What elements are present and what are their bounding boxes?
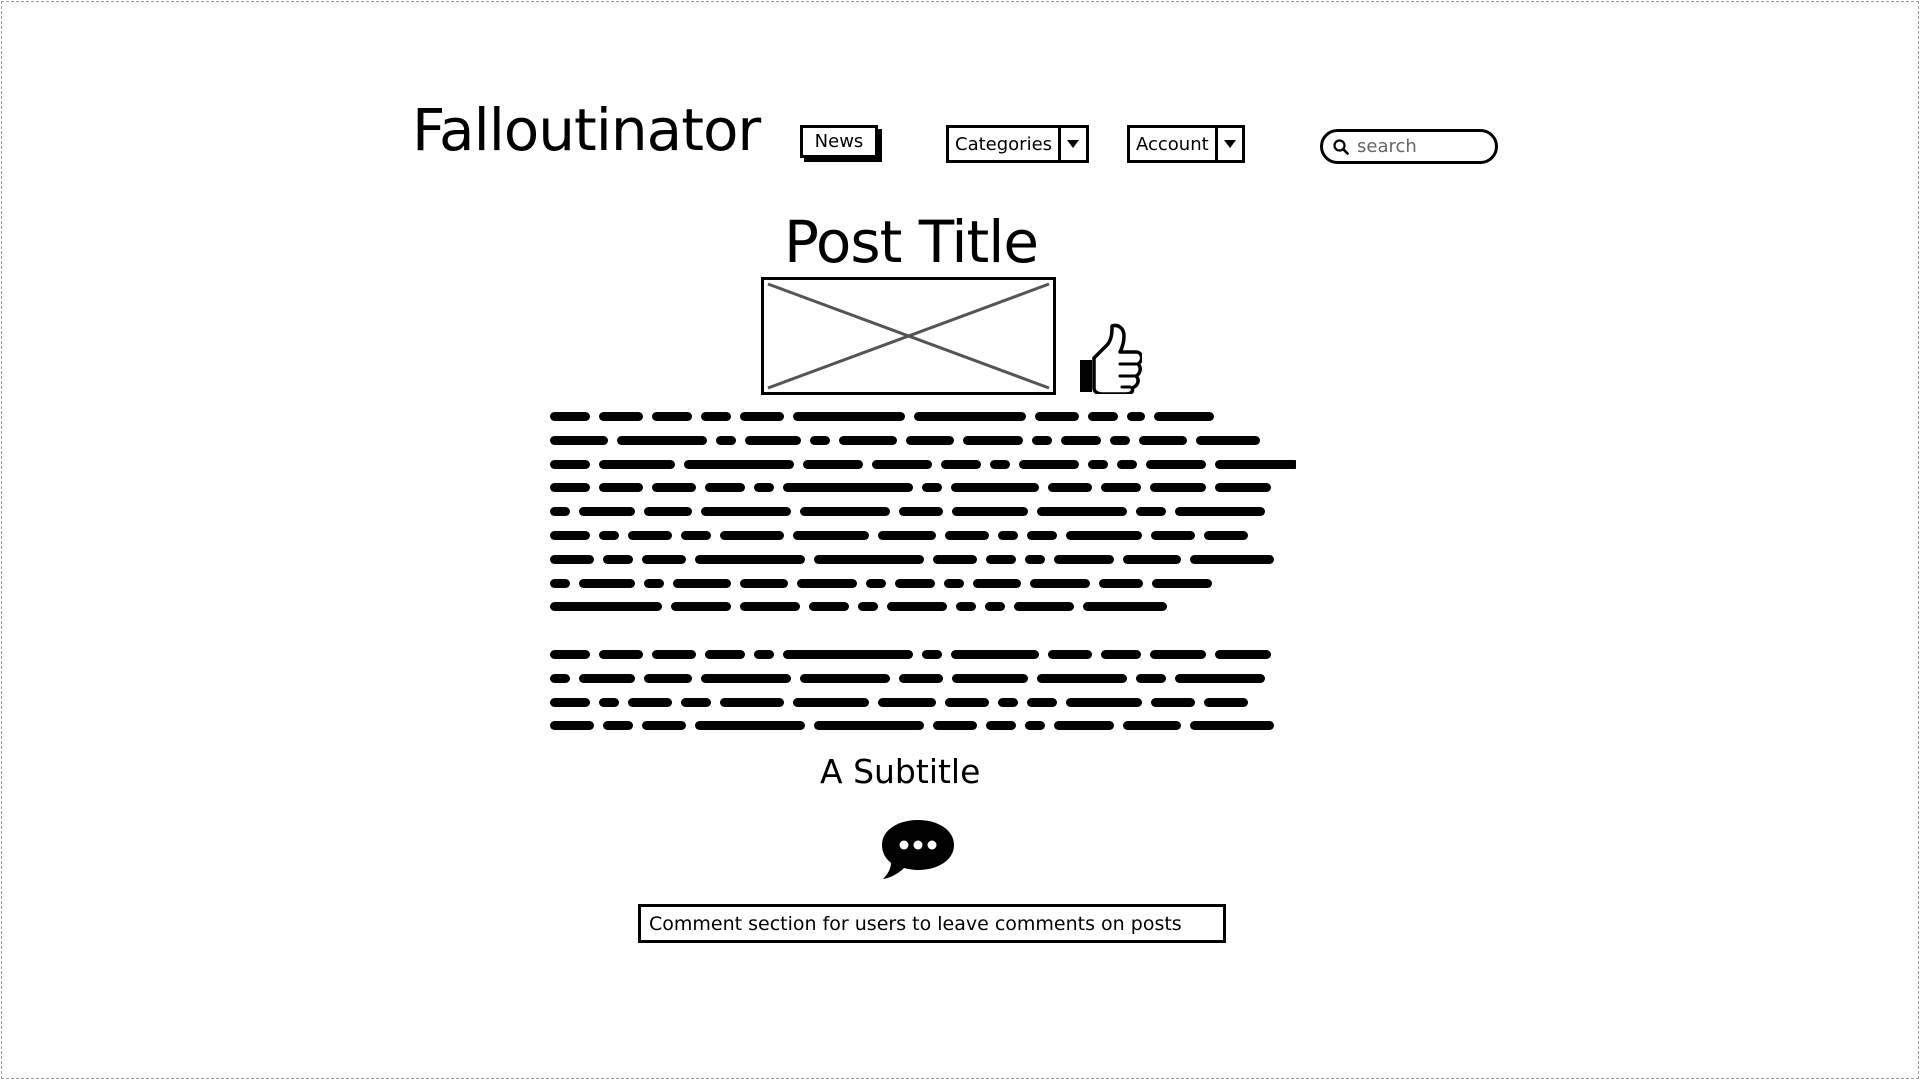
categories-dropdown[interactable]: Categories (946, 125, 1089, 163)
text-line (550, 572, 1296, 596)
body-paragraph-1 (550, 405, 1296, 619)
account-dropdown[interactable]: Account (1127, 125, 1245, 163)
comment-field[interactable]: Comment section for users to leave comme… (638, 904, 1226, 943)
body-paragraph-2 (550, 643, 1296, 738)
post-title: Post Title (784, 208, 1039, 276)
text-line (550, 453, 1296, 477)
search-box[interactable] (1320, 129, 1498, 164)
chevron-down-icon (1058, 128, 1085, 160)
thumbs-up-icon[interactable] (1078, 322, 1142, 394)
text-line (550, 643, 1296, 667)
news-button[interactable]: News (800, 125, 878, 158)
speech-bubble-icon[interactable] (880, 818, 956, 880)
text-line (550, 691, 1296, 715)
image-placeholder-icon (761, 277, 1056, 395)
text-line (550, 714, 1296, 738)
post-subtitle: A Subtitle (820, 752, 981, 791)
text-line (550, 595, 1296, 619)
text-line (550, 500, 1296, 524)
text-line (550, 667, 1296, 691)
account-label: Account (1136, 133, 1209, 155)
site-logo[interactable]: Falloutinator (412, 96, 761, 164)
text-line (550, 405, 1296, 429)
text-line (550, 476, 1296, 500)
chevron-down-icon (1214, 128, 1242, 160)
text-line (550, 548, 1296, 572)
text-line (550, 429, 1296, 453)
text-line (550, 524, 1296, 548)
categories-label: Categories (955, 133, 1053, 155)
search-icon (1333, 138, 1349, 155)
search-input[interactable] (1355, 135, 1489, 158)
